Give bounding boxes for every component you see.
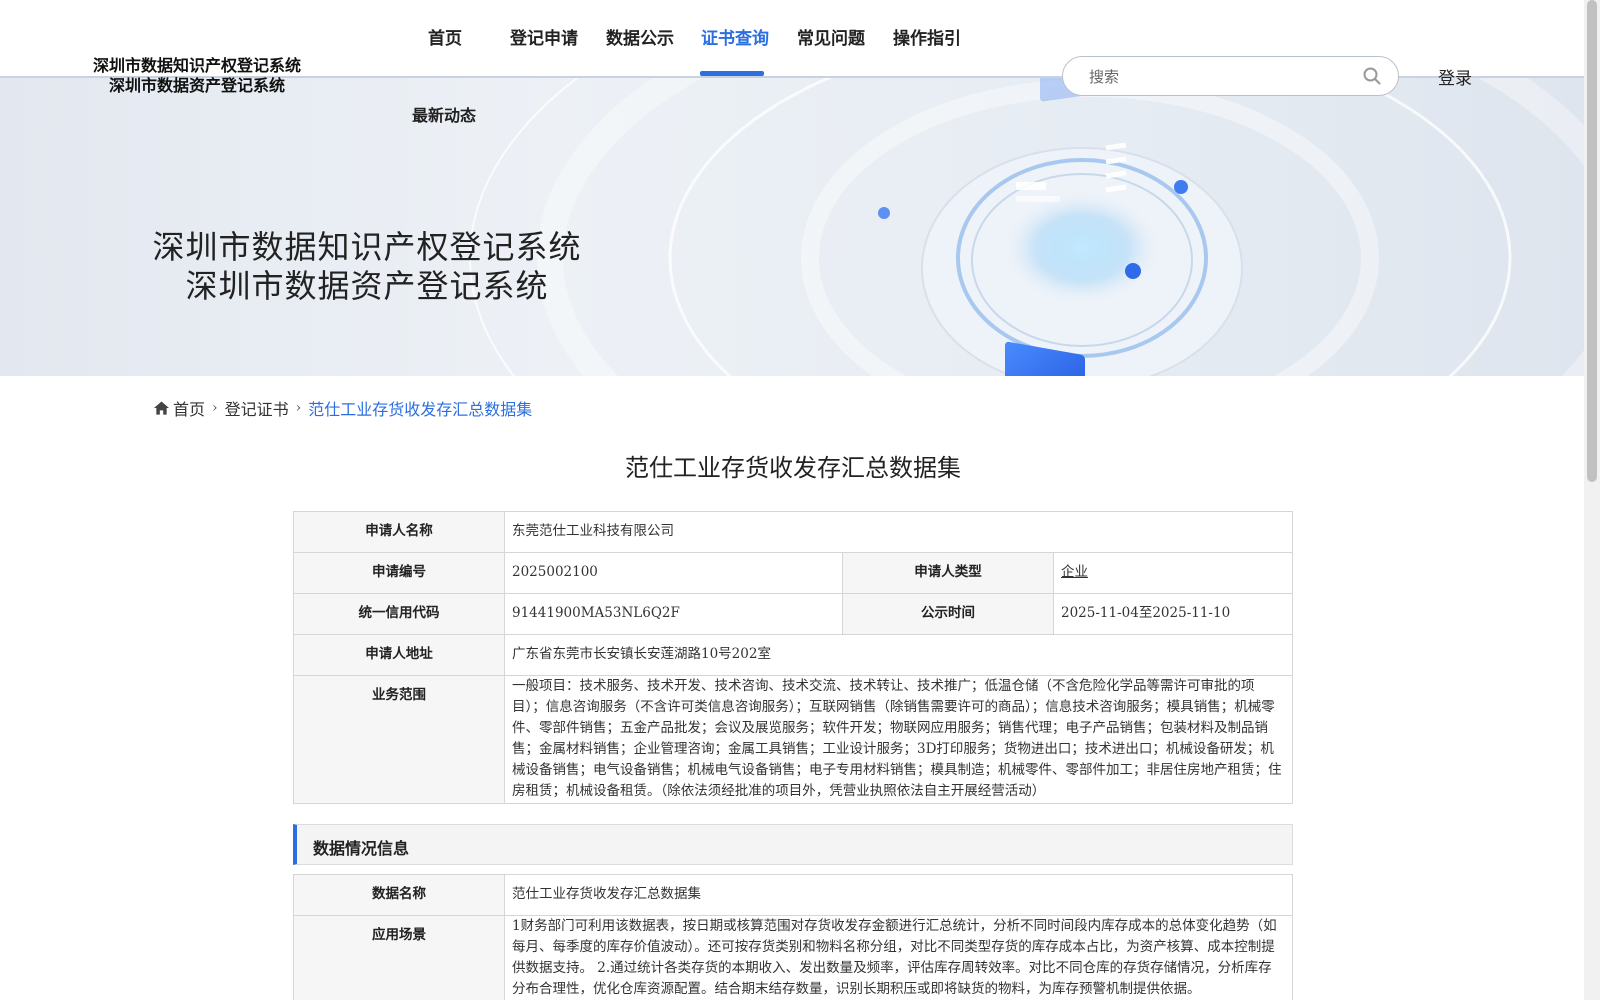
table-row: 统一信用代码 91441900MA53NL6Q2F 公示时间 2025-11-0…: [293, 593, 1293, 635]
data-info-section-title: 数据情况信息: [313, 839, 410, 858]
publicity-time-value: 2025-11-04至2025-11-10: [1053, 593, 1293, 635]
data-info-section-header: 数据情况信息: [293, 824, 1293, 865]
breadcrumb: 首页 › 登记证书 › 范仕工业存货收发存汇总数据集: [154, 396, 532, 420]
search-icon[interactable]: [1362, 66, 1382, 86]
table-row: 申请编号 2025002100 申请人类型 企业: [293, 552, 1293, 594]
site-logo[interactable]: 深圳市数据知识产权登记系统 深圳市数据资产登记系统: [90, 56, 304, 96]
banner-title-line-1: 深圳市数据知识产权登记系统: [152, 228, 582, 266]
applicant-name-value: 东莞范仕工业科技有限公司: [504, 511, 1293, 553]
table-row: 业务范围 一般项目：技术服务、技术开发、技术咨询、技术交流、技术转让、技术推广；…: [293, 675, 1293, 804]
nav-latest-news[interactable]: 最新动态: [412, 102, 476, 126]
applicant-address-label: 申请人地址: [293, 634, 505, 676]
login-link[interactable]: 登录: [1438, 64, 1472, 89]
table-row: 应用场景 1财务部门可利用该数据表，按日期或核算范围对存货收发存金额进行汇总统计…: [293, 915, 1293, 1000]
nav-data-publicity[interactable]: 数据公示: [606, 24, 674, 49]
applicant-type-cell: 企业: [1053, 552, 1293, 594]
application-scenario-value: 1财务部门可利用该数据表，按日期或核算范围对存货收发存金额进行汇总统计，分析不同…: [504, 915, 1293, 1000]
search-input[interactable]: [1089, 65, 1339, 89]
application-number-value: 2025002100: [504, 552, 843, 594]
data-name-label: 数据名称: [293, 874, 505, 916]
application-scenario-label: 应用场景: [293, 915, 505, 1000]
data-info-table: 数据名称 范仕工业存货收发存汇总数据集 应用场景 1财务部门可利用该数据表，按日…: [293, 874, 1293, 1000]
active-nav-indicator: [700, 71, 764, 76]
table-row: 申请人地址 广东省东莞市长安镇长安莲湖路10号202室: [293, 634, 1293, 676]
breadcrumb-home[interactable]: 首页: [173, 396, 205, 420]
application-number-label: 申请编号: [293, 552, 505, 594]
nav-home[interactable]: 首页: [428, 24, 462, 49]
publicity-time-label: 公示时间: [842, 593, 1054, 635]
nav-faq[interactable]: 常见问题: [797, 24, 865, 49]
logo-line-1: 深圳市数据知识产权登记系统: [92, 56, 301, 75]
home-icon: [154, 401, 169, 415]
applicant-address-value: 广东省东莞市长安镇长安莲湖路10号202室: [504, 634, 1293, 676]
business-scope-value: 一般项目：技术服务、技术开发、技术咨询、技术交流、技术转让、技术推广；低温仓储（…: [504, 675, 1293, 804]
chevron-right-icon: ›: [212, 400, 218, 416]
nav-certificate-query[interactable]: 证书查询: [701, 24, 769, 49]
business-scope-label: 业务范围: [293, 675, 505, 804]
table-row: 数据名称 范仕工业存货收发存汇总数据集: [293, 874, 1293, 916]
credit-code-value: 91441900MA53NL6Q2F: [504, 593, 843, 635]
banner-title: 深圳市数据知识产权登记系统 深圳市数据资产登记系统: [150, 228, 584, 306]
table-row: 申请人名称 东莞范仕工业科技有限公司: [293, 511, 1293, 553]
nav-register-apply[interactable]: 登记申请: [510, 24, 578, 49]
applicant-info-table: 申请人名称 东莞范仕工业科技有限公司 申请编号 2025002100 申请人类型…: [293, 511, 1293, 804]
logo-line-2: 深圳市数据资产登记系统: [108, 76, 285, 95]
breadcrumb-certificates[interactable]: 登记证书: [225, 396, 289, 420]
search-box: [1062, 56, 1399, 96]
applicant-name-label: 申请人名称: [293, 511, 505, 553]
hero-banner: 深圳市数据知识产权登记系统 深圳市数据资产登记系统: [0, 78, 1584, 376]
breadcrumb-current[interactable]: 范仕工业存货收发存汇总数据集: [308, 396, 532, 420]
data-name-value: 范仕工业存货收发存汇总数据集: [504, 874, 1293, 916]
page-scrollbar-thumb[interactable]: [1587, 0, 1597, 482]
applicant-type-link[interactable]: 企业: [1061, 564, 1088, 580]
chevron-right-icon: ›: [295, 400, 302, 416]
page-title: 范仕工业存货收发存汇总数据集: [625, 454, 961, 482]
banner-title-line-2: 深圳市数据资产登记系统: [185, 267, 549, 305]
nav-guide[interactable]: 操作指引: [893, 24, 961, 49]
credit-code-label: 统一信用代码: [293, 593, 505, 635]
banner-illustration: [469, 78, 1584, 376]
applicant-type-label: 申请人类型: [842, 552, 1054, 594]
